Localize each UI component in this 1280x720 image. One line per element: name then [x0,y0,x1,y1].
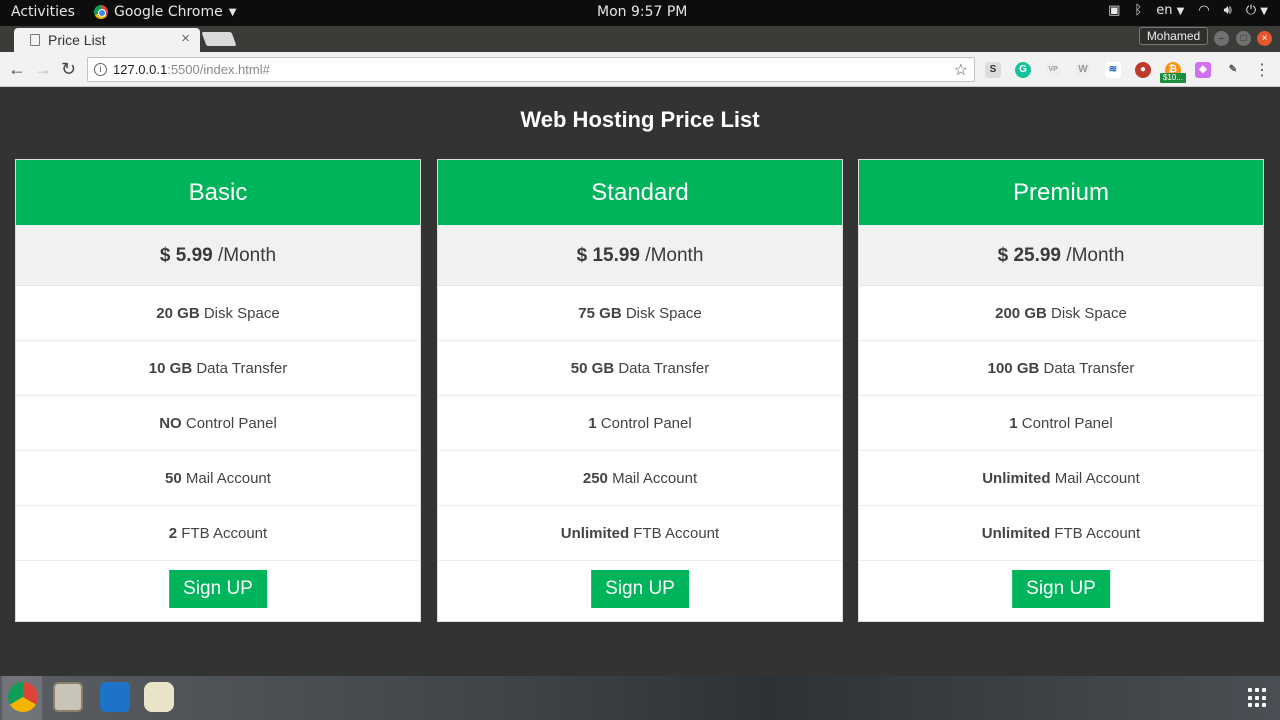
page-content: Web Hosting Price List Basic $ 5.99 /Mon… [0,87,1280,676]
info-icon[interactable]: i [94,63,107,76]
address-bar[interactable]: i 127.0.0.1:5500/index.html# ☆ [87,57,975,82]
files-dock-icon[interactable] [53,682,83,712]
power-icon[interactable]: ⏻ ▼ [1246,3,1268,18]
card-footer: Sign UP [16,561,420,622]
grammarly-icon[interactable]: G [1015,62,1031,78]
signup-button-premium[interactable]: Sign UP [1012,570,1110,608]
feature-ftb-account: 2 FTB Account [16,506,420,561]
page-title: Web Hosting Price List [520,107,760,132]
indicator-icon[interactable]: ▣ [1108,3,1120,18]
close-tab-icon[interactable]: × [181,30,190,47]
chrome-dock-icon[interactable] [8,682,38,712]
show-applications-icon[interactable] [1248,688,1268,708]
extension-red-icon[interactable]: ● [1135,62,1151,78]
card-footer: Sign UP [859,561,1263,622]
app-menu-label: Google Chrome [114,4,223,20]
plan-card-standard: Standard $ 15.99 /Month 75 GB Disk Space… [437,159,843,622]
feature-disk-space: 20 GB Disk Space [16,286,420,341]
clock[interactable]: Mon 9:57 PM [597,4,687,20]
extension-purple-icon[interactable]: ◆ [1195,62,1211,78]
chrome-menu-icon[interactable]: ⋮ [1254,60,1270,80]
maximize-button[interactable]: □ [1236,31,1251,46]
back-button[interactable]: ← [8,59,26,80]
feature-mail-account: 250 Mail Account [438,451,842,506]
plan-card-basic: Basic $ 5.99 /Month 20 GB Disk Space 10 … [15,159,421,622]
volume-icon[interactable]: 🔊︎ [1224,3,1232,18]
feature-mail-account: Unlimited Mail Account [859,451,1263,506]
feature-disk-space: 75 GB Disk Space [438,286,842,341]
tab-strip: Price List × Mohamed – □ × [0,26,1280,52]
plan-price: $ 5.99 /Month [16,225,420,286]
page-icon [30,34,40,46]
feature-data-transfer: 50 GB Data Transfer [438,341,842,396]
new-tab-button[interactable] [201,32,237,46]
minimize-button[interactable]: – [1214,31,1229,46]
plan-price: $ 15.99 /Month [438,225,842,286]
feature-control-panel: 1 Control Panel [859,396,1263,451]
bluetooth-icon[interactable]: ᛒ [1134,3,1142,18]
vscode-dock-icon[interactable] [100,682,130,712]
browser-toolbar: ← → ↻ i 127.0.0.1:5500/index.html# ☆ S G… [0,52,1280,87]
reload-button[interactable]: ↻ [61,59,76,80]
profile-button[interactable]: Mohamed [1139,27,1208,45]
card-footer: Sign UP [438,561,842,622]
eyedropper-icon[interactable]: ✎ [1225,62,1241,78]
forward-button[interactable]: → [34,59,52,80]
activities-button[interactable]: Activities [11,4,75,20]
wordpress-icon[interactable]: W [1075,62,1091,78]
tab-price-list[interactable]: Price List × [14,28,200,52]
chevron-down-icon: ▼ [1176,6,1185,17]
feature-control-panel: NO Control Panel [16,396,420,451]
system-tray[interactable]: ▣ ᛒ en ▼ ◠ 🔊︎ ⏻ ▼ [1108,3,1268,18]
feature-disk-space: 200 GB Disk Space [859,286,1263,341]
feature-control-panel: 1 Control Panel [438,396,842,451]
extension-badge: $10... [1160,73,1186,83]
language-indicator[interactable]: en ▼ [1156,3,1184,18]
wifi-icon[interactable]: ◠ [1198,3,1209,18]
feature-mail-account: 50 Mail Account [16,451,420,506]
steem-icon[interactable]: ≋ [1105,62,1121,78]
feature-data-transfer: 10 GB Data Transfer [16,341,420,396]
plan-name: Basic [16,160,420,225]
bookmark-star-icon[interactable]: ☆ [954,60,968,80]
vp-extension-icon[interactable]: VP [1045,62,1061,78]
dock [0,676,1280,720]
plan-price: $ 25.99 /Month [859,225,1263,286]
feature-data-transfer: 100 GB Data Transfer [859,341,1263,396]
plan-card-premium: Premium $ 25.99 /Month 200 GB Disk Space… [858,159,1264,622]
feature-ftb-account: Unlimited FTB Account [859,506,1263,561]
feature-ftb-account: Unlimited FTB Account [438,506,842,561]
chrome-icon [94,5,108,19]
signup-button-basic[interactable]: Sign UP [169,570,267,608]
url-text[interactable]: 127.0.0.1:5500/index.html# [113,62,270,77]
close-window-button[interactable]: × [1257,31,1272,46]
tab-title: Price List [48,32,106,48]
plan-name: Standard [438,160,842,225]
system-top-bar: Activities Google Chrome ▼ Mon 9:57 PM ▣… [0,0,1280,26]
chevron-down-icon: ▼ [228,6,237,18]
plan-name: Premium [859,160,1263,225]
signup-button-standard[interactable]: Sign UP [591,570,689,608]
app-menu[interactable]: Google Chrome ▼ [94,4,236,20]
extension-s-icon[interactable]: S [985,62,1001,78]
app-dock-icon[interactable] [144,682,174,712]
